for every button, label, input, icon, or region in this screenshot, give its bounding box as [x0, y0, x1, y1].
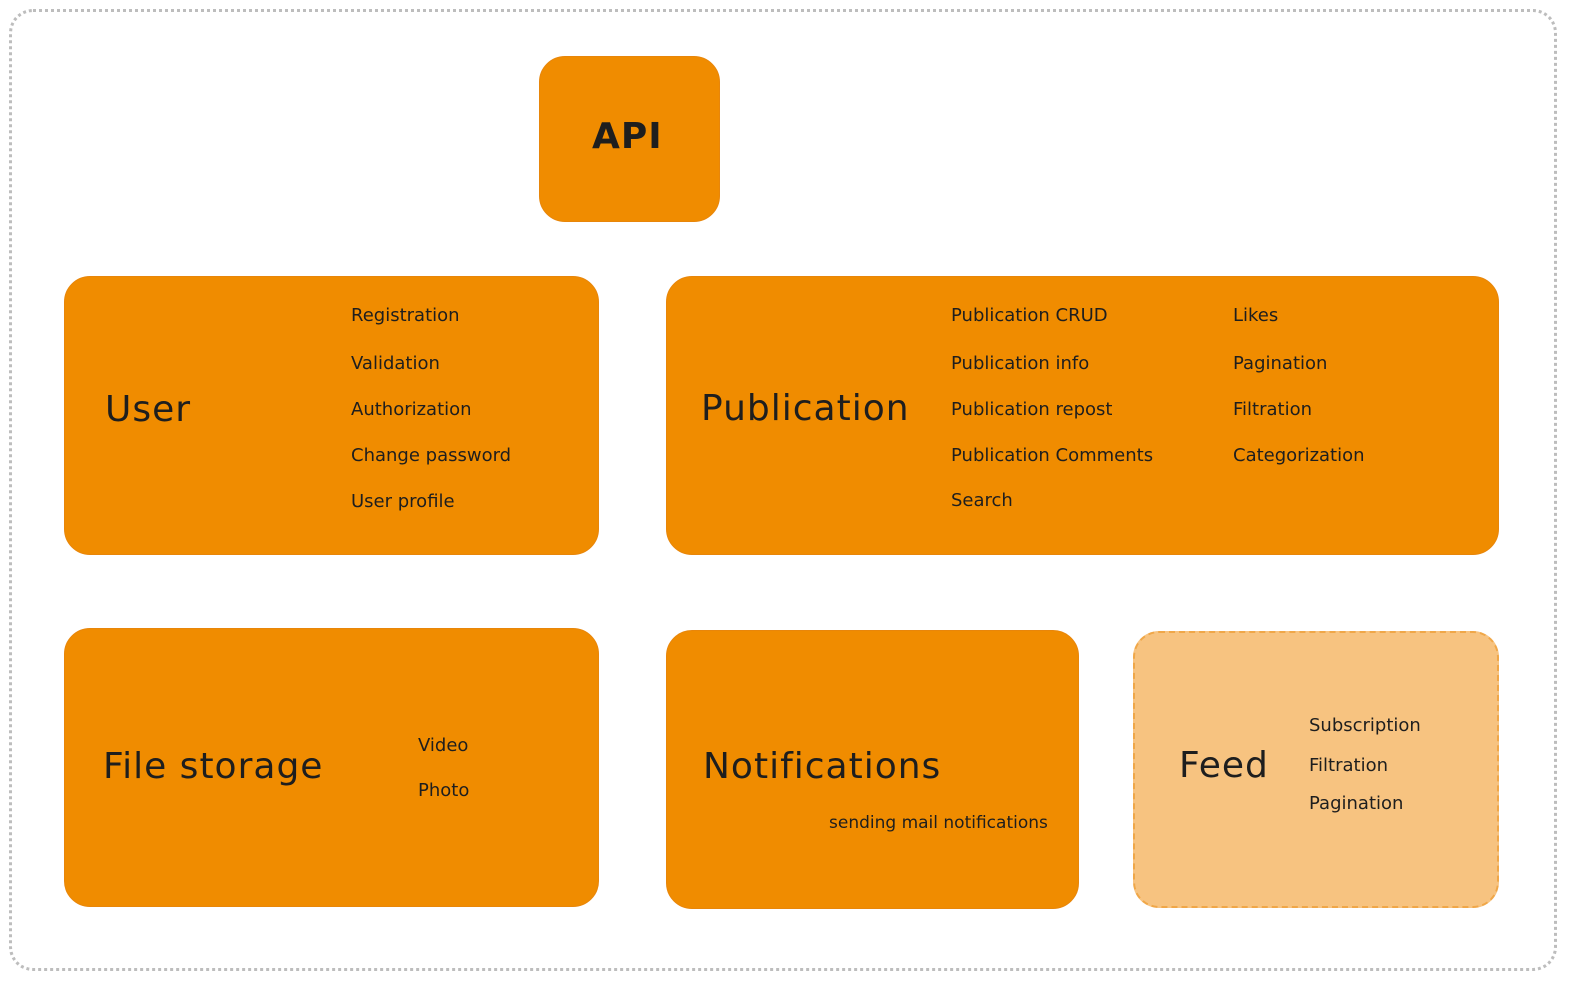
user-box: User Registration Validation Authorizati… [64, 276, 599, 555]
publication-item-search: Search [951, 490, 1013, 511]
user-item-validation: Validation [351, 353, 440, 374]
publication-item-comments: Publication Comments [951, 445, 1154, 466]
file-storage-item-photo: Photo [418, 780, 470, 801]
publication-title: Publication [701, 388, 910, 429]
publication-item-categorization: Categorization [1233, 445, 1365, 466]
publication-item-info: Publication info [951, 353, 1090, 374]
publication-item-pagination: Pagination [1233, 353, 1328, 374]
notifications-title: Notifications [703, 746, 942, 787]
feed-item-subscription: Subscription [1309, 715, 1421, 736]
file-storage-title: File storage [103, 746, 324, 787]
feed-title: Feed [1179, 745, 1269, 786]
notifications-note: sending mail notifications [829, 813, 1048, 833]
publication-item-repost: Publication repost [951, 399, 1113, 420]
publication-item-filtration: Filtration [1233, 399, 1313, 420]
user-item-user-profile: User profile [351, 491, 455, 512]
feed-item-pagination: Pagination [1309, 793, 1404, 814]
notifications-box: Notifications sending mail notifications [666, 630, 1079, 909]
publication-item-crud: Publication CRUD [951, 305, 1108, 326]
feed-item-filtration: Filtration [1309, 755, 1389, 776]
user-item-change-password: Change password [351, 445, 512, 466]
file-storage-item-video: Video [418, 735, 469, 756]
publication-box: Publication Publication CRUD Publication… [666, 276, 1499, 555]
api-title: API [592, 116, 663, 157]
user-title: User [105, 389, 192, 430]
user-item-authorization: Authorization [351, 399, 472, 420]
feed-box: Feed Subscription Filtration Pagination [1133, 631, 1499, 908]
user-item-registration: Registration [351, 305, 460, 326]
file-storage-box: File storage Video Photo [64, 628, 599, 907]
publication-item-likes: Likes [1233, 305, 1279, 326]
api-box: API [539, 56, 720, 222]
